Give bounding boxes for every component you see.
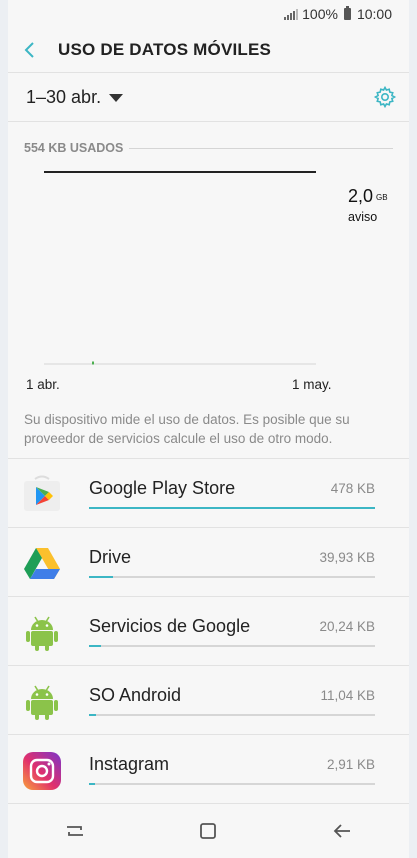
usage-divider bbox=[129, 147, 393, 149]
home-button[interactable] bbox=[188, 811, 228, 851]
app-row-drive[interactable]: Drive 39,93 KB bbox=[8, 528, 409, 597]
app-name: SO Android bbox=[89, 685, 182, 705]
limit-caption: aviso bbox=[348, 210, 378, 224]
app-row-instagram[interactable]: Instagram 2,91 KB bbox=[8, 735, 409, 804]
screen: 100% 10:00 USO DE DATOS MÓVILES 1–30 abr… bbox=[8, 0, 409, 858]
usage-bar-fill bbox=[89, 576, 113, 578]
caret-down-icon bbox=[109, 94, 124, 102]
x-axis-end-label: 1 may. bbox=[292, 377, 332, 392]
app-usage-list: Google Play Store 478 KB Drive 39,93 KB bbox=[8, 459, 409, 804]
app-data-size: 39,93 KB bbox=[319, 550, 375, 565]
battery-icon bbox=[343, 6, 351, 20]
instagram-icon bbox=[23, 752, 61, 790]
chevron-left-icon bbox=[24, 42, 34, 58]
app-row-servicios-de-google[interactable]: Servicios de Google 20,24 KB bbox=[8, 597, 409, 666]
play-store-icon bbox=[24, 475, 60, 511]
x-axis-start-label: 1 abr. bbox=[26, 377, 60, 392]
usage-total-label: 554 KB USADOS bbox=[24, 141, 124, 155]
android-icon bbox=[26, 616, 58, 651]
app-bar: USO DE DATOS MÓVILES bbox=[8, 28, 409, 73]
settings-button[interactable] bbox=[373, 85, 397, 109]
app-data-size: 2,91 KB bbox=[326, 757, 375, 772]
usage-bar-track bbox=[89, 783, 375, 785]
android-icon bbox=[26, 685, 58, 720]
usage-bar-track bbox=[89, 714, 375, 716]
app-data-size: 20,24 KB bbox=[319, 619, 375, 634]
back-nav-button[interactable] bbox=[322, 811, 362, 851]
usage-bar-fill bbox=[89, 507, 375, 509]
app-name: Drive bbox=[89, 547, 132, 567]
limit-unit: GB bbox=[376, 192, 388, 202]
app-name: Google Play Store bbox=[89, 478, 236, 498]
app-data-size: 11,04 KB bbox=[320, 688, 375, 703]
app-name: Instagram bbox=[89, 754, 170, 774]
app-row-google-play-store[interactable]: Google Play Store 478 KB bbox=[8, 459, 409, 528]
app-data-size: 478 KB bbox=[330, 481, 375, 496]
navigation-bar bbox=[8, 804, 409, 858]
back-arrow-icon bbox=[333, 824, 351, 838]
recents-icon bbox=[66, 826, 83, 836]
period-dropdown[interactable]: 1–30 abr. bbox=[26, 86, 124, 108]
gear-icon bbox=[373, 85, 397, 109]
home-icon bbox=[200, 823, 217, 839]
battery-percent: 100% bbox=[302, 6, 338, 22]
status-bar: 100% 10:00 bbox=[8, 0, 409, 28]
signal-icon bbox=[284, 8, 299, 20]
usage-bar-track bbox=[89, 645, 375, 647]
usage-bar-track bbox=[89, 507, 375, 509]
limit-value-label: 2,0 GB bbox=[348, 186, 388, 207]
back-button[interactable] bbox=[10, 28, 50, 72]
device-edge-right bbox=[409, 0, 417, 858]
period-row: 1–30 abr. bbox=[8, 73, 409, 122]
limit-value: 2,0 bbox=[348, 186, 374, 206]
page-title: USO DE DATOS MÓVILES bbox=[58, 40, 272, 59]
clock: 10:00 bbox=[356, 6, 392, 22]
usage-bar-track bbox=[89, 576, 375, 578]
device-edge-left bbox=[0, 0, 8, 858]
drive-icon bbox=[24, 548, 60, 579]
period-label: 1–30 abr. bbox=[26, 86, 102, 107]
usage-bar-fill bbox=[89, 783, 95, 785]
usage-bar-fill bbox=[89, 714, 96, 716]
usage-summary: 554 KB USADOS bbox=[24, 138, 393, 158]
app-row-so-android[interactable]: SO Android 11,04 KB bbox=[8, 666, 409, 735]
app-name: Servicios de Google bbox=[89, 616, 251, 636]
data-disclaimer: Su dispositivo mide el uso de datos. Es … bbox=[24, 412, 350, 446]
recent-apps-button[interactable] bbox=[55, 811, 95, 851]
usage-bar-fill bbox=[89, 645, 101, 647]
